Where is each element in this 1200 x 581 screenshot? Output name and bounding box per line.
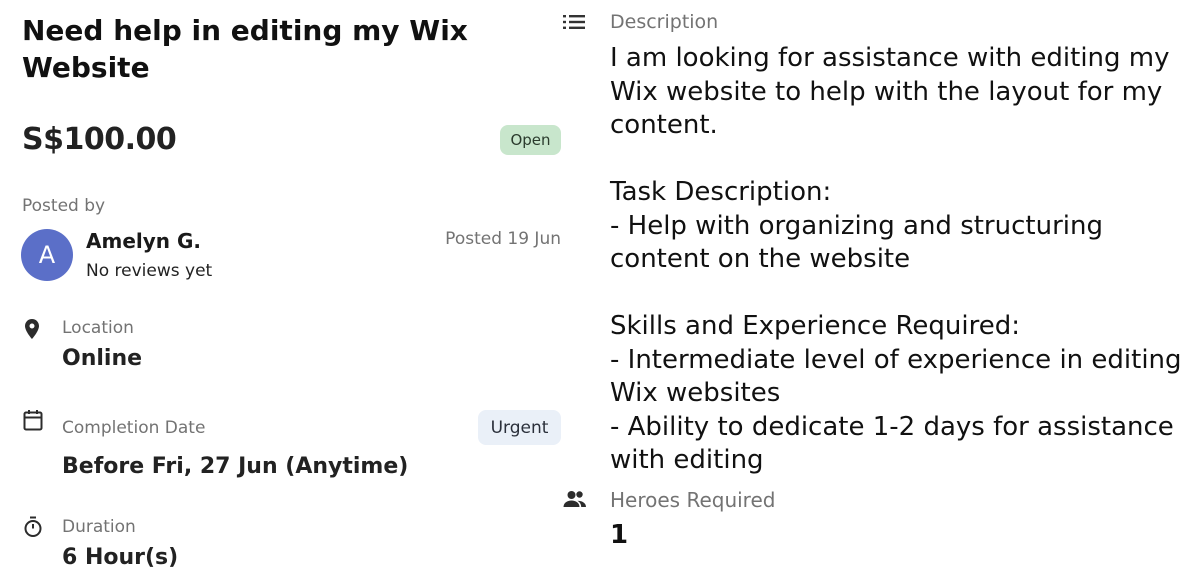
location-value: Online (62, 346, 143, 371)
posted-by-label: Posted by (22, 196, 106, 216)
description-text: I am looking for assistance with editing… (610, 43, 1182, 475)
urgent-badge: Urgent (478, 410, 561, 445)
location-pin-icon (22, 318, 42, 340)
poster-reviews: No reviews yet (86, 261, 213, 281)
heroes-required-label: Heroes Required (610, 488, 776, 512)
location-label: Location (62, 318, 134, 338)
completion-date-label: Completion Date (62, 418, 206, 438)
avatar[interactable]: A (21, 229, 73, 281)
task-price: S$100.00 (22, 122, 177, 157)
poster-name[interactable]: Amelyn G. (86, 229, 201, 253)
status-badge: Open (500, 125, 561, 155)
list-icon (563, 12, 585, 32)
calendar-icon (22, 409, 44, 431)
task-title: Need help in editing my Wix Website (22, 14, 468, 84)
posted-date: Posted 19 Jun (445, 229, 561, 249)
completion-date-value: Before Fri, 27 Jun (Anytime) (62, 454, 409, 479)
duration-label: Duration (62, 517, 136, 537)
description-label: Description (610, 11, 719, 33)
heroes-required-value: 1 (610, 520, 629, 550)
timer-icon (22, 516, 44, 538)
people-icon (563, 488, 587, 510)
duration-value: 6 Hour(s) (62, 545, 179, 570)
